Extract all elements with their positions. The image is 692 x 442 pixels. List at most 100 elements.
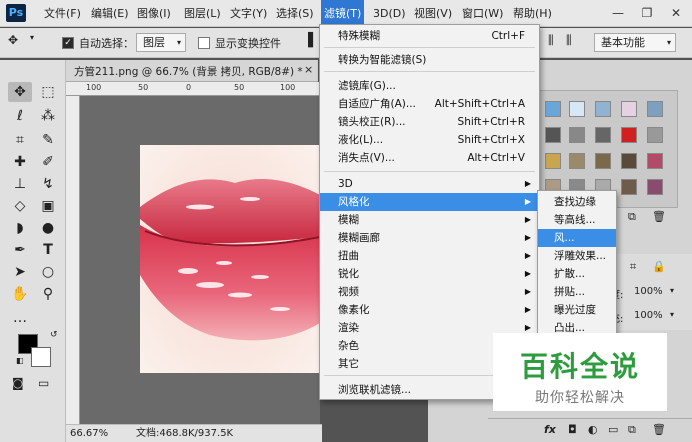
- healing-brush-icon[interactable]: ✚: [8, 152, 32, 172]
- fill-value[interactable]: 100%: [634, 310, 663, 321]
- swap-colors-icon[interactable]: ↺: [50, 330, 58, 340]
- trash-icon[interactable]: 🗑: [652, 210, 666, 223]
- menu-item-blur-gallery[interactable]: 模糊画廊 ▶: [320, 229, 539, 247]
- distribute-icon[interactable]: ⫼: [548, 33, 557, 48]
- chevron-down-icon[interactable]: ▾: [670, 310, 674, 319]
- menu-item-adaptive-wide-angle[interactable]: 自适应广角(A)... Alt+Shift+Ctrl+A: [320, 95, 539, 113]
- workspace-dropdown[interactable]: 基本功能 ▾: [594, 33, 676, 52]
- show-transform-checkbox[interactable]: [198, 37, 210, 49]
- move-tool-icon[interactable]: ✥: [8, 82, 32, 102]
- menu-item-liquify[interactable]: 液化(L)... Shift+Ctrl+X: [320, 131, 539, 149]
- add-mask-icon[interactable]: ◘: [568, 423, 577, 436]
- menu-type[interactable]: 文字(Y): [230, 0, 267, 27]
- submenu-item-wind[interactable]: 风...: [538, 229, 616, 247]
- gradient-tool-icon[interactable]: ▣: [36, 196, 60, 216]
- type-tool-icon[interactable]: T: [36, 240, 60, 260]
- lasso-tool-icon[interactable]: ℓ: [8, 106, 32, 126]
- style-swatch[interactable]: [569, 153, 585, 169]
- menu-edit[interactable]: 编辑(E): [91, 0, 129, 27]
- chevron-down-icon[interactable]: ▾: [670, 286, 674, 295]
- menu-item-blur[interactable]: 模糊 ▶: [320, 211, 539, 229]
- default-colors-icon[interactable]: ◧: [16, 356, 24, 365]
- style-swatch[interactable]: [647, 127, 663, 143]
- auto-select-checkbox[interactable]: ✓: [62, 37, 74, 49]
- menu-item-vanishing-point[interactable]: 消失点(V)... Alt+Ctrl+V: [320, 149, 539, 167]
- align-top-icon[interactable]: ▐: [303, 33, 313, 48]
- menu-layer[interactable]: 图层(L): [184, 0, 221, 27]
- lock-all-icon[interactable]: 🔒: [652, 260, 666, 273]
- style-swatch[interactable]: [621, 153, 637, 169]
- new-layer-icon[interactable]: ⧉: [628, 423, 636, 437]
- menu-view[interactable]: 视图(V): [414, 0, 452, 27]
- submenu-item-contour[interactable]: 等高线...: [538, 211, 616, 229]
- menu-item-smart-filter[interactable]: 转换为智能滤镜(S): [320, 51, 539, 69]
- style-swatch[interactable]: [647, 101, 663, 117]
- menu-item-sharpen[interactable]: 锐化 ▶: [320, 265, 539, 283]
- magic-wand-icon[interactable]: ⁂: [36, 106, 60, 126]
- eraser-tool-icon[interactable]: ◇: [8, 196, 32, 216]
- more-tools-icon[interactable]: …: [8, 308, 32, 328]
- adjustment-layer-icon[interactable]: ◐: [588, 423, 598, 436]
- clone-stamp-icon[interactable]: ⊥: [8, 174, 32, 194]
- lips-image[interactable]: [140, 145, 320, 373]
- style-swatch[interactable]: [569, 101, 585, 117]
- minimize-icon[interactable]: —: [604, 0, 632, 26]
- chevron-down-icon[interactable]: ▾: [30, 33, 34, 42]
- screen-mode-icon[interactable]: ▭: [38, 376, 49, 390]
- style-swatch[interactable]: [647, 179, 663, 195]
- style-swatch[interactable]: [621, 101, 637, 117]
- style-swatch[interactable]: [545, 127, 561, 143]
- lock-artboard-icon[interactable]: ⌗: [630, 260, 636, 274]
- move-tool-icon[interactable]: ✥: [8, 33, 18, 47]
- crop-tool-icon[interactable]: ⌗: [8, 130, 32, 150]
- style-swatch[interactable]: [621, 127, 637, 143]
- zoom-tool-icon[interactable]: ⚲: [36, 284, 60, 304]
- submenu-item-diffuse[interactable]: 扩散...: [538, 265, 616, 283]
- new-style-icon[interactable]: ⧉: [628, 210, 636, 224]
- blur-tool-icon[interactable]: ◗: [8, 218, 32, 238]
- restore-icon[interactable]: ❐: [633, 0, 661, 26]
- eyedropper-icon[interactable]: ✎: [36, 130, 60, 150]
- marquee-tool-icon[interactable]: ⬚: [36, 82, 60, 102]
- style-swatch[interactable]: [595, 101, 611, 117]
- hand-tool-icon[interactable]: ✋: [8, 284, 32, 304]
- style-swatch[interactable]: [595, 153, 611, 169]
- menu-image[interactable]: 图像(I): [137, 0, 171, 27]
- brush-tool-icon[interactable]: ✐: [36, 152, 60, 172]
- menu-item-3d[interactable]: 3D ▶: [320, 175, 539, 193]
- menu-item-filter-gallery[interactable]: 滤镜库(G)...: [320, 77, 539, 95]
- submenu-item-find-edges[interactable]: 查找边缘: [538, 193, 616, 211]
- menu-item-last-filter[interactable]: 特殊模糊 Ctrl+F: [320, 27, 539, 45]
- history-brush-icon[interactable]: ↯: [36, 174, 60, 194]
- menu-item-distort[interactable]: 扭曲 ▶: [320, 247, 539, 265]
- path-select-icon[interactable]: ➤: [8, 262, 32, 282]
- distribute-icon[interactable]: ⫼: [566, 33, 572, 48]
- zoom-level[interactable]: 66.67%: [70, 425, 108, 442]
- document-tab[interactable]: 方管211.png @ 66.7% (背景 拷贝, RGB/8#) * ×: [66, 60, 318, 82]
- pen-tool-icon[interactable]: ✒: [8, 240, 32, 260]
- close-icon[interactable]: ✕: [662, 0, 690, 26]
- trash-icon[interactable]: 🗑: [652, 423, 666, 436]
- submenu-item-solarize[interactable]: 曝光过度: [538, 301, 616, 319]
- menu-file[interactable]: 文件(F): [44, 0, 81, 27]
- menu-item-stylize[interactable]: 风格化 ▶: [320, 193, 539, 211]
- background-color-swatch[interactable]: [31, 347, 51, 367]
- submenu-item-emboss[interactable]: 浮雕效果...: [538, 247, 616, 265]
- menu-help[interactable]: 帮助(H): [513, 0, 552, 27]
- dodge-tool-icon[interactable]: ●: [36, 218, 60, 238]
- style-swatch[interactable]: [545, 153, 561, 169]
- style-swatch[interactable]: [595, 127, 611, 143]
- submenu-item-tiles[interactable]: 拼贴...: [538, 283, 616, 301]
- auto-select-dropdown[interactable]: 图层 ▾: [136, 33, 186, 52]
- ellipse-tool-icon[interactable]: ○: [36, 262, 60, 282]
- close-tab-icon[interactable]: ×: [304, 63, 313, 76]
- menu-item-lens-correction[interactable]: 镜头校正(R)... Shift+Ctrl+R: [320, 113, 539, 131]
- style-swatch[interactable]: [569, 127, 585, 143]
- menu-3d[interactable]: 3D(D): [373, 0, 406, 27]
- quick-mask-icon[interactable]: ◙: [12, 376, 24, 390]
- fx-icon[interactable]: fx: [544, 423, 556, 436]
- menu-window[interactable]: 窗口(W): [462, 0, 503, 27]
- style-swatch[interactable]: [545, 101, 561, 117]
- menu-filter[interactable]: 滤镜(T): [321, 0, 365, 27]
- style-swatch[interactable]: [621, 179, 637, 195]
